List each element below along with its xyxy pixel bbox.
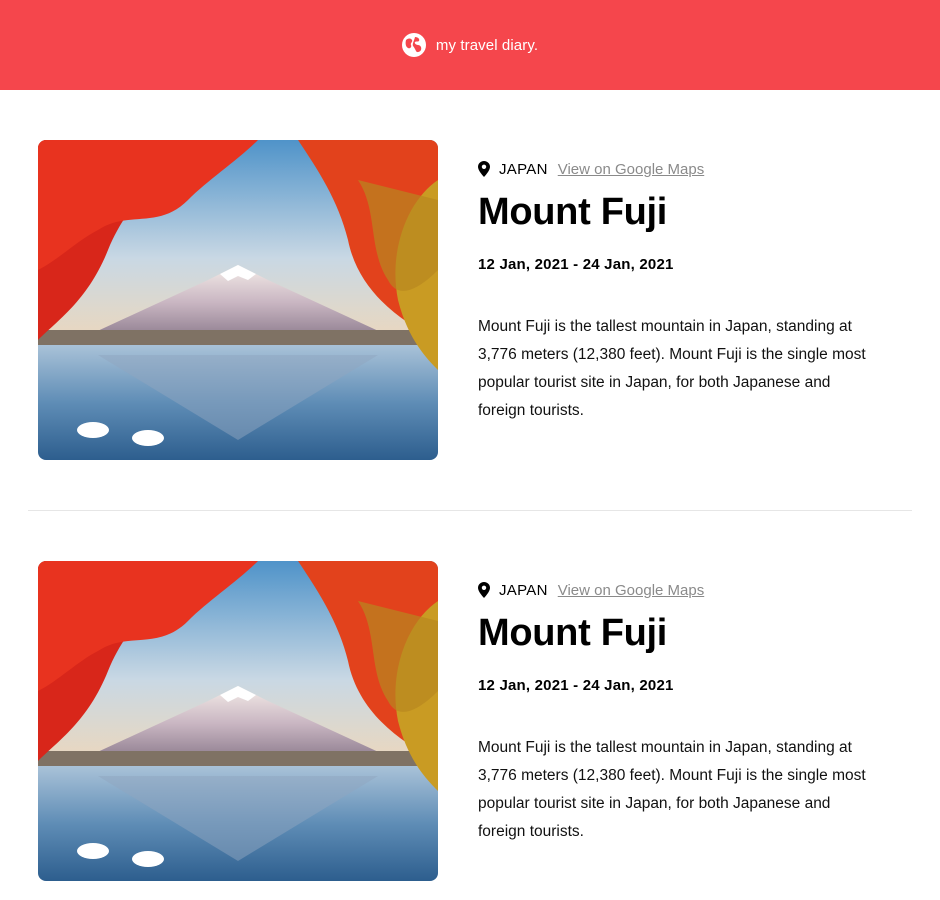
mount-fuji-photo (38, 561, 438, 881)
diary-entry: JAPAN View on Google Maps Mount Fuji 12 … (28, 90, 912, 510)
site-title: my travel diary. (435, 36, 539, 54)
country-label: JAPAN (499, 581, 548, 599)
place-title: Mount Fuji (478, 191, 668, 233)
trip-dates: 12 Jan, 2021 - 24 Jan, 2021 (478, 256, 674, 273)
country-label: JAPAN (499, 160, 548, 178)
trip-dates: 12 Jan, 2021 - 24 Jan, 2021 (478, 677, 674, 694)
google-maps-link[interactable]: View on Google Maps (558, 582, 704, 599)
entry-info: JAPAN View on Google Maps Mount Fuji 12 … (478, 561, 878, 846)
location-row: JAPAN View on Google Maps (478, 579, 878, 601)
globe-icon (401, 33, 426, 57)
site-header: my travel diary. (0, 0, 940, 90)
entry-info: JAPAN View on Google Maps Mount Fuji 12 … (478, 140, 878, 425)
place-description: Mount Fuji is the tallest mountain in Ja… (478, 739, 866, 840)
place-title: Mount Fuji (478, 612, 668, 654)
google-maps-link[interactable]: View on Google Maps (558, 161, 704, 178)
map-pin-icon (478, 582, 490, 598)
mount-fuji-photo (38, 140, 438, 460)
map-pin-icon (478, 161, 490, 177)
location-row: JAPAN View on Google Maps (478, 158, 878, 180)
diary-entries: JAPAN View on Google Maps Mount Fuji 12 … (0, 90, 940, 900)
diary-entry: JAPAN View on Google Maps Mount Fuji 12 … (28, 511, 912, 900)
place-description: Mount Fuji is the tallest mountain in Ja… (478, 318, 866, 419)
